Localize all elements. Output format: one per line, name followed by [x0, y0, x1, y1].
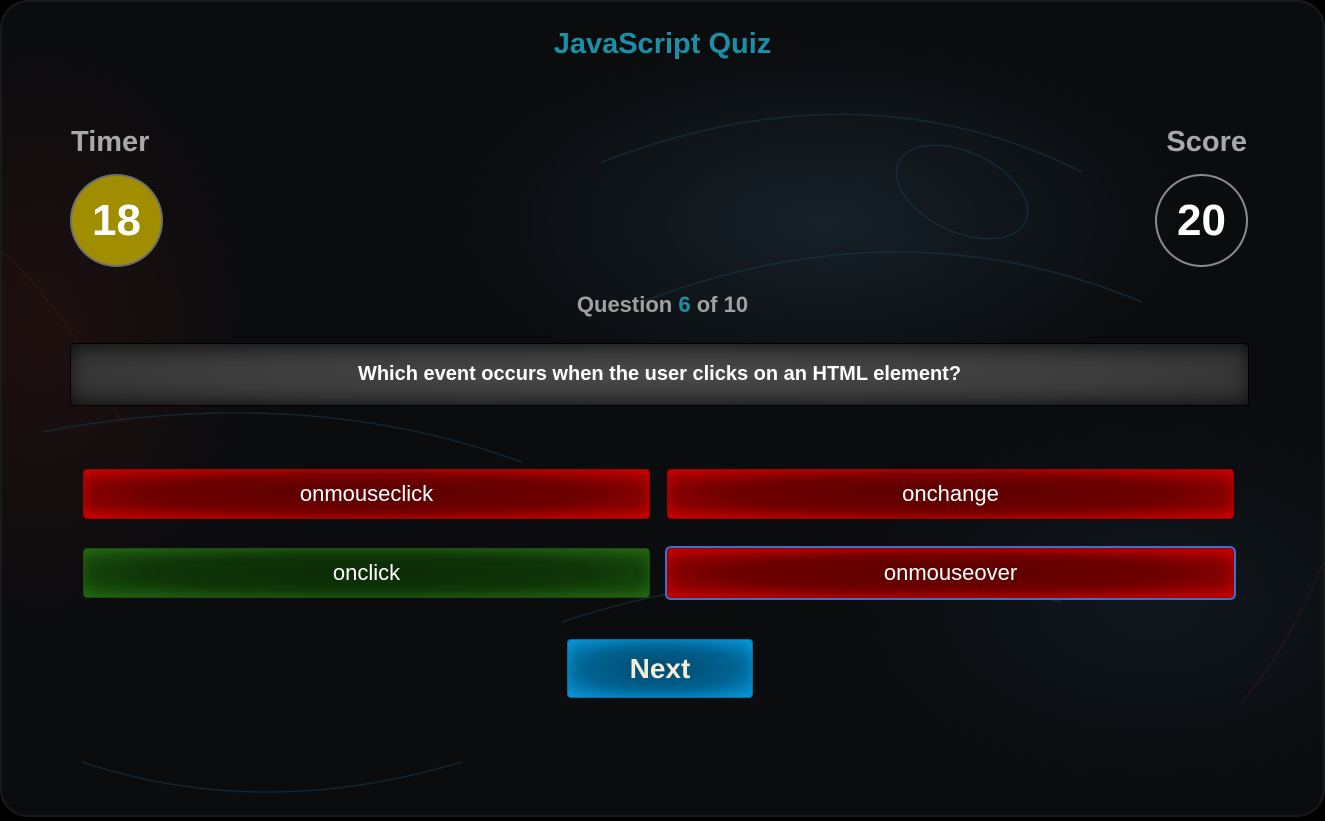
answer-option-onchange[interactable]: onchange [667, 469, 1234, 519]
question-counter-prefix: Question [576, 292, 673, 317]
quiz-container: JavaScript Quiz Timer 18 Score 20 Questi… [0, 0, 1325, 817]
question-counter-current: 6 [678, 292, 691, 317]
question-text: Which event occurs when the user clicks … [70, 343, 1249, 406]
answer-option-onmouseclick[interactable]: onmouseclick [83, 469, 650, 519]
next-button[interactable]: Next [567, 639, 753, 698]
quiz-title: JavaScript Quiz [553, 28, 772, 60]
question-counter-total: 10 [723, 292, 749, 317]
question-counter: Question 6 of 10 [2, 292, 1323, 318]
timer-label: Timer [71, 126, 150, 158]
score-display: 20 [1155, 174, 1248, 267]
score-label: Score [1166, 126, 1247, 158]
timer-display: 18 [70, 174, 163, 267]
answer-option-onmouseover[interactable]: onmouseover [665, 546, 1236, 600]
question-counter-separator: of [696, 292, 718, 317]
answer-option-onclick[interactable]: onclick [83, 548, 650, 598]
